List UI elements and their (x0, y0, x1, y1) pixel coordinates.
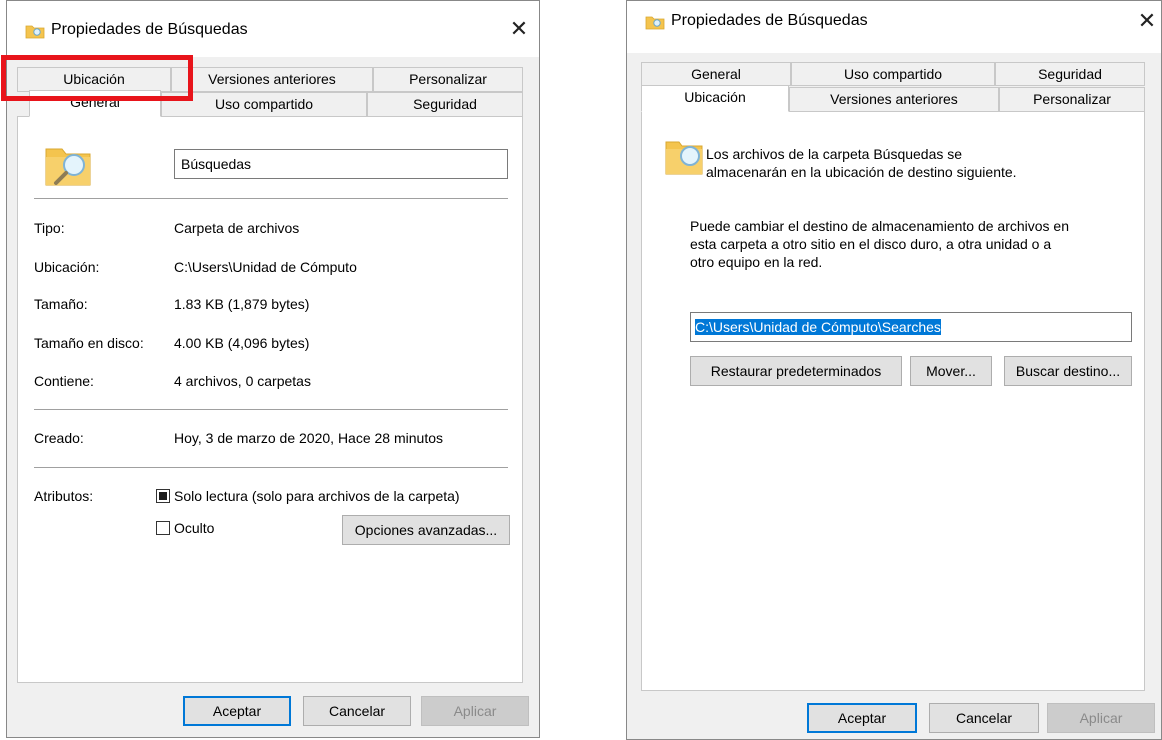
size-label: Tamaño: (34, 296, 88, 312)
title-bar: Propiedades de Búsquedas ✕ (7, 1, 539, 57)
folder-name-input[interactable]: Búsquedas (174, 149, 508, 179)
close-button[interactable]: ✕ (1135, 9, 1159, 33)
type-value: Carpeta de archivos (174, 220, 300, 236)
location-path-input[interactable]: C:\Users\Unidad de Cómputo\Searches (690, 312, 1132, 342)
info-text-line2: almacenarán en la ubicación de destino s… (706, 164, 1017, 180)
close-button[interactable]: ✕ (507, 17, 531, 41)
attributes-label: Atributos: (34, 488, 94, 504)
size-on-disk-label: Tamaño en disco: (34, 335, 144, 351)
tab-panel-location: Los archivos de la carpeta Búsquedas se … (641, 111, 1145, 691)
description-line1: Puede cambiar el destino de almacenamien… (690, 218, 1070, 234)
tab-seguridad[interactable]: Seguridad (995, 62, 1145, 86)
move-button[interactable]: Mover... (910, 356, 992, 386)
folder-search-icon (665, 141, 703, 175)
created-label: Creado: (34, 430, 84, 446)
tab-uso-compartido[interactable]: Uso compartido (791, 62, 995, 86)
ok-button[interactable]: Aceptar (183, 696, 291, 726)
selected-path-text: C:\Users\Unidad de Cómputo\Searches (695, 319, 941, 335)
ok-button[interactable]: Aceptar (807, 703, 917, 733)
folder-search-icon (645, 16, 665, 30)
tab-panel-general: Búsquedas Tipo: Carpeta de archivos Ubic… (17, 116, 523, 683)
hidden-checkbox[interactable] (156, 521, 170, 535)
readonly-label: Solo lectura (solo para archivos de la c… (174, 488, 460, 504)
type-label: Tipo: (34, 220, 65, 236)
advanced-options-button[interactable]: Opciones avanzadas... (342, 515, 510, 545)
info-text-line1: Los archivos de la carpeta Búsquedas se (706, 146, 963, 162)
separator (34, 467, 508, 468)
title-bar: Propiedades de Búsquedas ✕ (627, 1, 1161, 53)
cancel-button[interactable]: Cancelar (929, 703, 1039, 733)
contains-label: Contiene: (34, 373, 94, 389)
find-target-button[interactable]: Buscar destino... (1004, 356, 1132, 386)
tab-personalizar[interactable]: Personalizar (999, 87, 1145, 112)
separator (34, 409, 508, 410)
cancel-button[interactable]: Cancelar (303, 696, 411, 726)
folder-search-icon (45, 148, 91, 186)
apply-button[interactable]: Aplicar (1047, 703, 1155, 733)
tab-seguridad[interactable]: Seguridad (367, 92, 523, 117)
readonly-checkbox[interactable] (156, 489, 170, 503)
description-line2: esta carpeta a otro sitio en el disco du… (690, 236, 1052, 252)
properties-dialog-general: Propiedades de Búsquedas ✕ Ubicación Ver… (1, 0, 540, 738)
separator (34, 198, 508, 199)
location-label: Ubicación: (34, 259, 100, 275)
description-line3: otro equipo en la red. (690, 254, 823, 270)
location-value: C:\Users\Unidad de Cómputo (174, 259, 357, 275)
folder-search-icon (25, 25, 45, 39)
properties-dialog-location: Propiedades de Búsquedas ✕ General Uso c… (626, 0, 1162, 740)
highlight-box (1, 55, 193, 101)
size-on-disk-value: 4.00 KB (4,096 bytes) (174, 335, 310, 351)
apply-button[interactable]: Aplicar (421, 696, 529, 726)
size-value: 1.83 KB (1,879 bytes) (174, 296, 310, 312)
tab-versiones-anteriores[interactable]: Versiones anteriores (789, 87, 999, 112)
window-title: Propiedades de Búsquedas (671, 12, 868, 29)
restore-defaults-button[interactable]: Restaurar predeterminados (690, 356, 902, 386)
contains-value: 4 archivos, 0 carpetas (174, 373, 311, 389)
tab-versiones-anteriores[interactable]: Versiones anteriores (171, 67, 373, 92)
hidden-label: Oculto (174, 520, 215, 536)
window-title: Propiedades de Búsquedas (51, 21, 248, 38)
created-value: Hoy, 3 de marzo de 2020, Hace 28 minutos (174, 430, 444, 446)
tab-personalizar[interactable]: Personalizar (373, 67, 523, 92)
tab-general[interactable]: General (641, 62, 791, 86)
tab-ubicacion[interactable]: Ubicación (641, 85, 789, 112)
